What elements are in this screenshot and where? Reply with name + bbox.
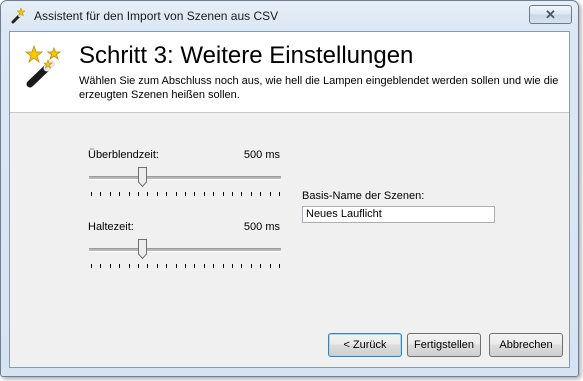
slider-tick	[100, 192, 101, 196]
slider-thumb[interactable]	[138, 167, 147, 188]
crossfade-label: Überblendzeit:	[88, 149, 159, 161]
magic-wand-stars-icon	[24, 44, 62, 88]
base-name-input[interactable]: Neues Lauflicht	[302, 206, 495, 223]
slider-track	[89, 176, 281, 180]
slider-tick	[232, 192, 233, 196]
close-button[interactable]: ✕	[529, 5, 572, 24]
crossfade-slider[interactable]	[89, 167, 281, 199]
slider-tick	[204, 192, 205, 196]
slider-tick	[129, 264, 130, 268]
slider-tick	[147, 192, 148, 196]
slider-tick	[194, 264, 195, 268]
slider-tick	[185, 192, 186, 196]
slider-tick	[91, 192, 92, 196]
hold-slider[interactable]	[89, 239, 281, 271]
slider-tick	[119, 264, 120, 268]
slider-tick	[241, 192, 242, 196]
slider-tick	[185, 264, 186, 268]
slider-tick	[223, 192, 224, 196]
slider-tick	[204, 264, 205, 268]
slider-tick	[119, 192, 120, 196]
slider-tick	[129, 192, 130, 196]
slider-thumb[interactable]	[138, 239, 147, 260]
slider-tick	[166, 264, 167, 268]
slider-tick	[157, 192, 158, 196]
page-description: Wählen Sie zum Abschluss noch aus, wie h…	[79, 75, 559, 101]
wizard-window: Assistent für den Import von Szenen aus …	[0, 0, 579, 377]
wizard-header: Schritt 3: Weitere Einstellungen Wählen …	[10, 32, 569, 113]
slider-tick	[157, 264, 158, 268]
cancel-button[interactable]: Abbrechen	[489, 333, 563, 357]
slider-tick	[260, 192, 261, 196]
magic-wand-icon	[10, 7, 26, 24]
slider-tick	[110, 192, 111, 196]
back-button[interactable]: < Zurück	[328, 333, 402, 357]
crossfade-value: 500 ms	[243, 149, 280, 161]
slider-tick	[241, 264, 242, 268]
slider-tick	[91, 264, 92, 268]
window-title: Assistent für den Import von Szenen aus …	[34, 9, 279, 23]
slider-tick	[251, 192, 252, 196]
slider-tick	[166, 192, 167, 196]
slider-tick	[138, 264, 139, 268]
slider-tick	[176, 192, 177, 196]
title-bar[interactable]: Assistent für den Import von Szenen aus …	[1, 1, 578, 31]
wizard-client-area: Schritt 3: Weitere Einstellungen Wählen …	[9, 31, 570, 368]
page-title: Schritt 3: Weitere Einstellungen	[79, 42, 414, 69]
hold-value: 500 ms	[243, 221, 280, 233]
slider-tick	[223, 264, 224, 268]
slider-tick	[232, 264, 233, 268]
slider-tick	[110, 264, 111, 268]
base-name-label: Basis-Name der Szenen:	[302, 190, 425, 202]
slider-tick	[213, 264, 214, 268]
slider-tick	[138, 192, 139, 196]
slider-tick	[194, 192, 195, 196]
finish-button[interactable]: Fertigstellen	[407, 333, 481, 357]
slider-tick	[279, 264, 280, 268]
slider-tick	[213, 192, 214, 196]
slider-tick	[100, 264, 101, 268]
slider-ticks	[91, 264, 280, 269]
slider-ticks	[91, 192, 280, 197]
slider-tick	[279, 192, 280, 196]
slider-tick	[251, 264, 252, 268]
slider-tick	[176, 264, 177, 268]
slider-tick	[147, 264, 148, 268]
slider-tick	[270, 192, 271, 196]
slider-track	[89, 248, 281, 252]
slider-tick	[260, 264, 261, 268]
close-icon: ✕	[545, 7, 556, 22]
slider-tick	[270, 264, 271, 268]
hold-label: Haltezeit:	[88, 221, 134, 233]
